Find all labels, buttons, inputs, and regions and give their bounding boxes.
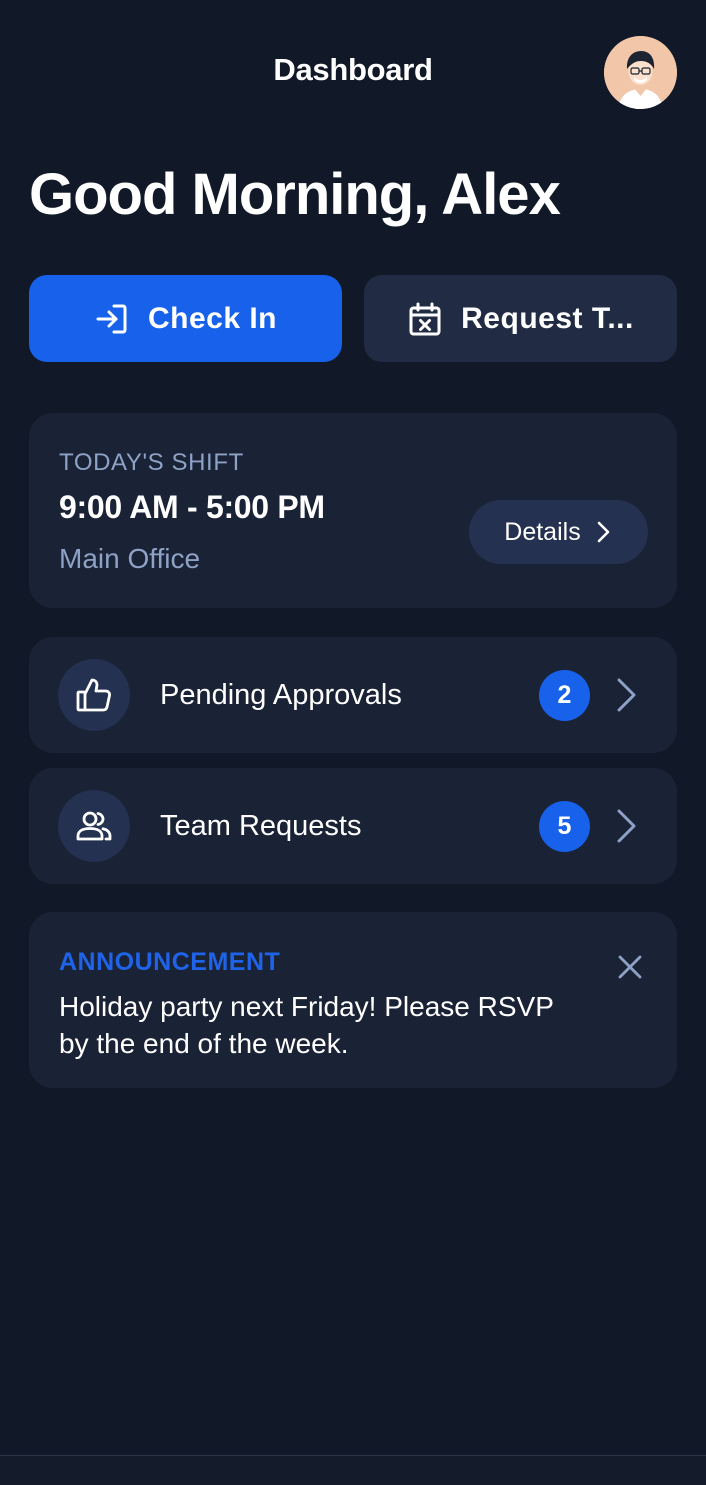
user-avatar-icon xyxy=(604,36,677,109)
announcement-tag: ANNOUNCEMENT xyxy=(59,948,281,976)
details-label: Details xyxy=(504,517,581,546)
calendar-x-icon xyxy=(407,301,443,337)
page-title: Dashboard xyxy=(273,52,433,87)
shift-time: 9:00 AM - 5:00 PM xyxy=(59,489,325,525)
check-in-label: Check In xyxy=(147,301,278,335)
pending-approvals-count-badge: 2 xyxy=(539,670,590,721)
chevron-right-icon xyxy=(614,808,638,844)
greeting-heading: Good Morning, Alex xyxy=(29,162,561,227)
team-requests-label: Team Requests xyxy=(160,810,362,842)
shift-location: Main Office xyxy=(59,543,201,574)
chevron-right-icon xyxy=(593,521,613,543)
announcement-message: Holiday party next Friday! Please RSVP b… xyxy=(59,991,554,1059)
pending-approvals-row[interactable]: Pending Approvals 2 xyxy=(29,637,677,753)
announcement-card: ANNOUNCEMENT Holiday party next Friday! … xyxy=(29,912,677,1088)
pending-approvals-label: Pending Approvals xyxy=(160,679,402,711)
todays-shift-card: TODAY'S SHIFT 9:00 AM - 5:00 PM Main Off… xyxy=(29,413,677,608)
bottom-bar-edge xyxy=(0,1455,706,1485)
thumbs-up-icon xyxy=(58,659,130,731)
login-arrow-icon xyxy=(94,301,130,337)
shift-details-button[interactable]: Details xyxy=(469,500,648,564)
shift-caption: TODAY'S SHIFT xyxy=(59,449,244,476)
request-time-off-label: Request T... xyxy=(461,301,634,335)
avatar[interactable] xyxy=(604,36,677,109)
check-in-button[interactable]: Check In xyxy=(29,275,342,362)
team-requests-row[interactable]: Team Requests 5 xyxy=(29,768,677,884)
close-icon[interactable] xyxy=(617,954,643,980)
dashboard-screen: Dashboard Good Morning, Alex Check In Re… xyxy=(0,0,706,1485)
team-icon xyxy=(58,790,130,862)
team-requests-count-badge: 5 xyxy=(539,801,590,852)
top-bar: Dashboard xyxy=(0,0,706,146)
request-time-off-button[interactable]: Request T... xyxy=(364,275,677,362)
chevron-right-icon xyxy=(614,677,638,713)
